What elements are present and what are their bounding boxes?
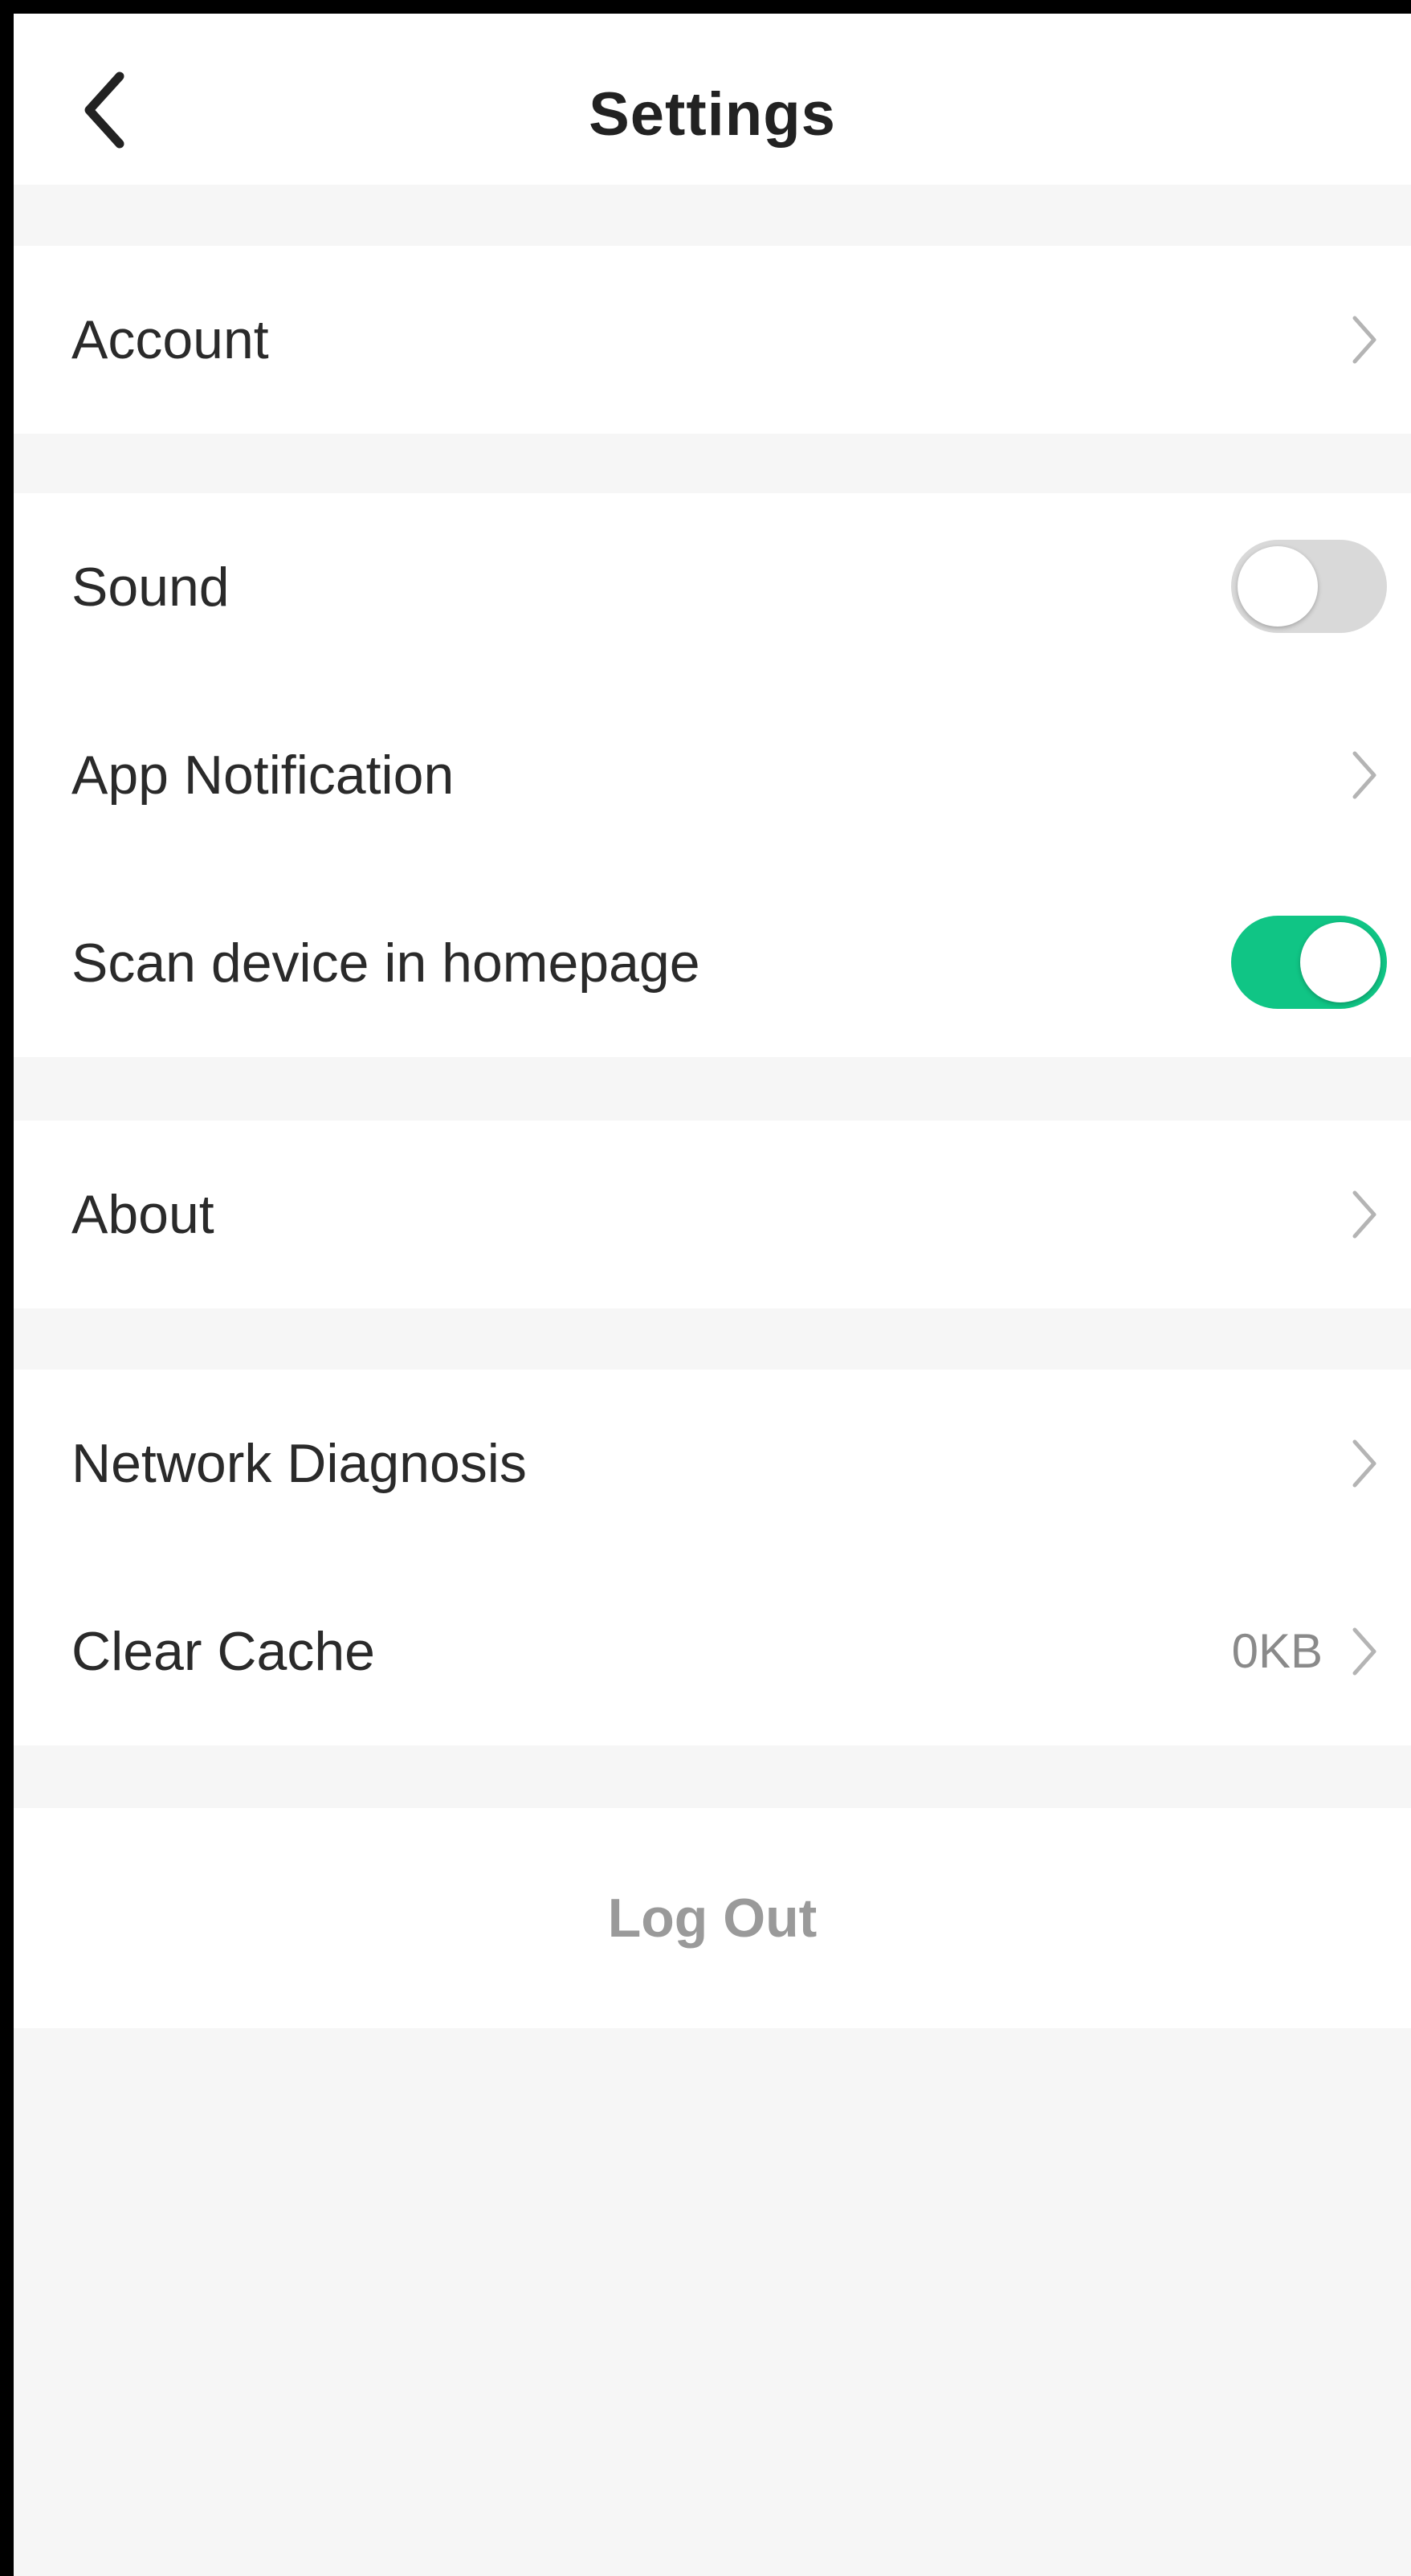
account-section: Account (14, 246, 1411, 434)
app-notification-label: App Notification (71, 745, 455, 806)
page-title: Settings (589, 80, 836, 149)
about-section: About (14, 1121, 1411, 1308)
chevron-right-icon (1352, 751, 1376, 799)
sound-toggle[interactable] (1231, 540, 1387, 633)
account-label: Account (71, 309, 269, 370)
chevron-right-icon (1352, 1627, 1376, 1676)
chevron-right-icon (1352, 1190, 1376, 1239)
tools-section: Network Diagnosis Clear Cache 0KB (14, 1370, 1411, 1745)
scan-device-row: Scan device in homepage (14, 869, 1411, 1057)
chevron-right-icon (1352, 316, 1376, 364)
network-diagnosis-label: Network Diagnosis (71, 1433, 527, 1494)
about-label: About (71, 1184, 214, 1245)
preferences-section: Sound App Notification Scan device in ho… (14, 493, 1411, 1057)
cache-size-value: 0KB (1231, 1624, 1323, 1678)
settings-screen: Settings Account Sound App Notification … (0, 0, 1411, 2576)
app-notification-row[interactable]: App Notification (14, 681, 1411, 869)
clear-cache-label: Clear Cache (71, 1621, 375, 1682)
scan-device-label: Scan device in homepage (71, 933, 700, 994)
sound-label: Sound (71, 557, 230, 618)
header-bar: Settings (14, 14, 1411, 185)
toggle-knob (1300, 922, 1380, 1002)
chevron-right-icon (1352, 1439, 1376, 1488)
scan-device-toggle[interactable] (1231, 916, 1387, 1009)
about-row[interactable]: About (14, 1121, 1411, 1308)
account-row[interactable]: Account (14, 246, 1411, 434)
sound-row: Sound (14, 493, 1411, 681)
logout-button[interactable]: Log Out (14, 1808, 1411, 2028)
network-diagnosis-row[interactable]: Network Diagnosis (14, 1370, 1411, 1557)
toggle-knob (1238, 546, 1318, 627)
logout-section: Log Out (14, 1808, 1411, 2028)
clear-cache-row[interactable]: Clear Cache 0KB (14, 1557, 1411, 1745)
